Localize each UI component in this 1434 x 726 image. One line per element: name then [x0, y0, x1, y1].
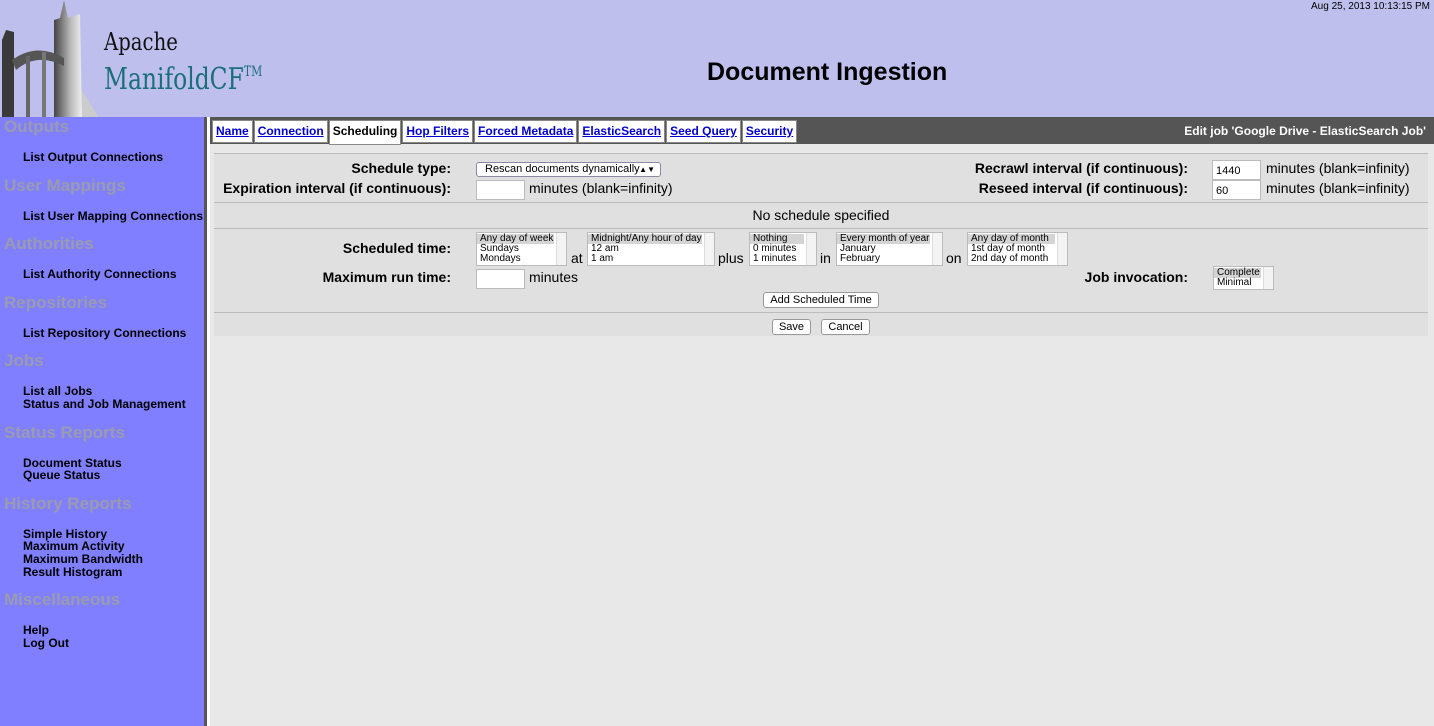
expiration-interval-input[interactable]	[476, 180, 525, 200]
scrollbar[interactable]	[806, 233, 816, 265]
month-listbox[interactable]: Every month of year January February	[836, 232, 943, 266]
on-text: on	[946, 250, 962, 266]
list-option[interactable]: 2nd day of month	[971, 254, 1067, 264]
divider	[214, 228, 1428, 229]
page-title: Document Ingestion	[707, 58, 948, 86]
reseed-interval-unit: minutes (blank=infinity)	[1266, 180, 1410, 196]
minutes-listbox[interactable]: Nothing 0 minutes 1 minutes	[749, 232, 817, 266]
no-schedule-message: No schedule specified	[752, 207, 890, 223]
scrollbar[interactable]	[704, 233, 714, 265]
save-button[interactable]: Save	[772, 319, 811, 335]
scrollbar[interactable]	[932, 233, 942, 265]
manifoldcf-logo: Apache ManifoldCFTM	[0, 0, 262, 117]
sidebar-link-status-and-job-management[interactable]: Status and Job Management	[23, 398, 204, 411]
tab-security[interactable]: Security	[741, 120, 798, 143]
logo-product-text: ManifoldCFTM	[104, 62, 263, 97]
recrawl-interval-label: Recrawl interval (if continuous):	[974, 160, 1188, 176]
tab-seed-query[interactable]: Seed Query	[666, 120, 741, 143]
timestamp: Aug 25, 2013 10:13:15 PM	[1311, 1, 1430, 12]
maximum-run-time-unit: minutes	[529, 269, 579, 285]
list-option[interactable]: Mondays	[480, 254, 566, 264]
job-invocation-listbox[interactable]: Complete Minimal	[1213, 266, 1274, 290]
day-of-week-listbox[interactable]: Any day of week Sundays Mondays	[476, 232, 567, 266]
sidebar-link-log-out[interactable]: Log Out	[23, 637, 204, 650]
scheduling-form: Schedule type: Rescan documents dynamica…	[214, 153, 1428, 336]
sidebar-link-maximum-bandwidth[interactable]: Maximum Bandwidth	[23, 553, 204, 566]
maximum-run-time-input[interactable]	[476, 269, 525, 289]
sidebar-section-miscellaneous: Miscellaneous	[4, 590, 121, 610]
sidebar-link-list-authority-connections[interactable]: List Authority Connections	[23, 268, 204, 281]
recrawl-interval-input[interactable]: 1440	[1212, 160, 1261, 180]
add-scheduled-time-button[interactable]: Add Scheduled Time	[763, 292, 879, 308]
schedule-type-select[interactable]: Rescan documents dynamically ▲▼	[476, 162, 661, 177]
sidebar-section-history-reports: History Reports	[4, 493, 132, 513]
sidebar-section-repositories: Repositories	[4, 292, 107, 312]
job-invocation-label: Job invocation:	[1084, 269, 1188, 285]
scheduled-time-label: Scheduled time:	[342, 240, 451, 256]
sidebar-section-authorities: Authorities	[4, 234, 94, 254]
list-option[interactable]: February	[840, 254, 942, 264]
schedule-type-label: Schedule type:	[351, 160, 451, 176]
sidebar-link-queue-status[interactable]: Queue Status	[23, 469, 204, 482]
tab-bar: Name Connection Scheduling Hop Filters F…	[210, 117, 1434, 145]
select-updown-icon: ▲▼	[639, 165, 655, 174]
scrollbar[interactable]	[1263, 267, 1273, 289]
tab-scheduling[interactable]: Scheduling	[328, 120, 402, 145]
scrollbar[interactable]	[1057, 233, 1067, 265]
sidebar: Outputs List Output Connections User Map…	[0, 117, 207, 726]
bridge-logo-icon	[2, 0, 98, 117]
divider	[214, 312, 1428, 313]
logo-apache-text: Apache	[104, 28, 178, 56]
scrollbar[interactable]	[556, 233, 566, 265]
recrawl-interval-unit: minutes (blank=infinity)	[1266, 160, 1410, 176]
day-of-month-listbox[interactable]: Any day of month 1st day of month 2nd da…	[967, 232, 1068, 266]
edit-job-title: Edit job 'Google Drive - ElasticSearch J…	[1184, 124, 1426, 138]
tab-hop-filters[interactable]: Hop Filters	[402, 120, 474, 143]
cancel-button[interactable]: Cancel	[821, 319, 870, 335]
expiration-interval-unit: minutes (blank=infinity)	[529, 180, 673, 196]
sidebar-link-help[interactable]: Help	[23, 624, 204, 637]
at-text: at	[571, 250, 583, 266]
main-content: Name Connection Scheduling Hop Filters F…	[210, 117, 1434, 726]
hour-listbox[interactable]: Midnight/Any hour of day 12 am 1 am	[587, 232, 715, 266]
in-text: in	[820, 250, 831, 266]
sidebar-link-list-user-mapping-connections[interactable]: List User Mapping Connections	[23, 209, 204, 223]
sidebar-section-user-mappings: User Mappings	[4, 175, 126, 195]
reseed-interval-input[interactable]: 60	[1212, 180, 1261, 200]
divider	[214, 202, 1428, 203]
reseed-interval-label: Reseed interval (if continuous):	[978, 180, 1188, 196]
sidebar-section-jobs: Jobs	[4, 351, 44, 371]
maximum-run-time-label: Maximum run time:	[322, 269, 451, 285]
tab-elasticsearch[interactable]: ElasticSearch	[578, 120, 666, 143]
tab-connection[interactable]: Connection	[253, 120, 328, 143]
page-header: Aug 25, 2013 10:13:15 PM Apache Manifold…	[0, 0, 1434, 117]
tab-name[interactable]: Name	[212, 120, 253, 143]
sidebar-link-result-histogram[interactable]: Result Histogram	[23, 565, 204, 579]
sidebar-section-outputs: Outputs	[4, 117, 70, 136]
trademark-mark: TM	[243, 64, 263, 80]
list-option[interactable]: 1 am	[591, 254, 714, 264]
expiration-interval-label: Expiration interval (if continuous):	[223, 180, 451, 196]
sidebar-link-list-repository-connections[interactable]: List Repository Connections	[23, 327, 204, 340]
plus-text: plus	[718, 250, 744, 266]
sidebar-section-status-reports: Status Reports	[4, 422, 125, 442]
tab-forced-metadata[interactable]: Forced Metadata	[474, 120, 578, 143]
sidebar-link-list-output-connections[interactable]: List Output Connections	[23, 151, 204, 164]
